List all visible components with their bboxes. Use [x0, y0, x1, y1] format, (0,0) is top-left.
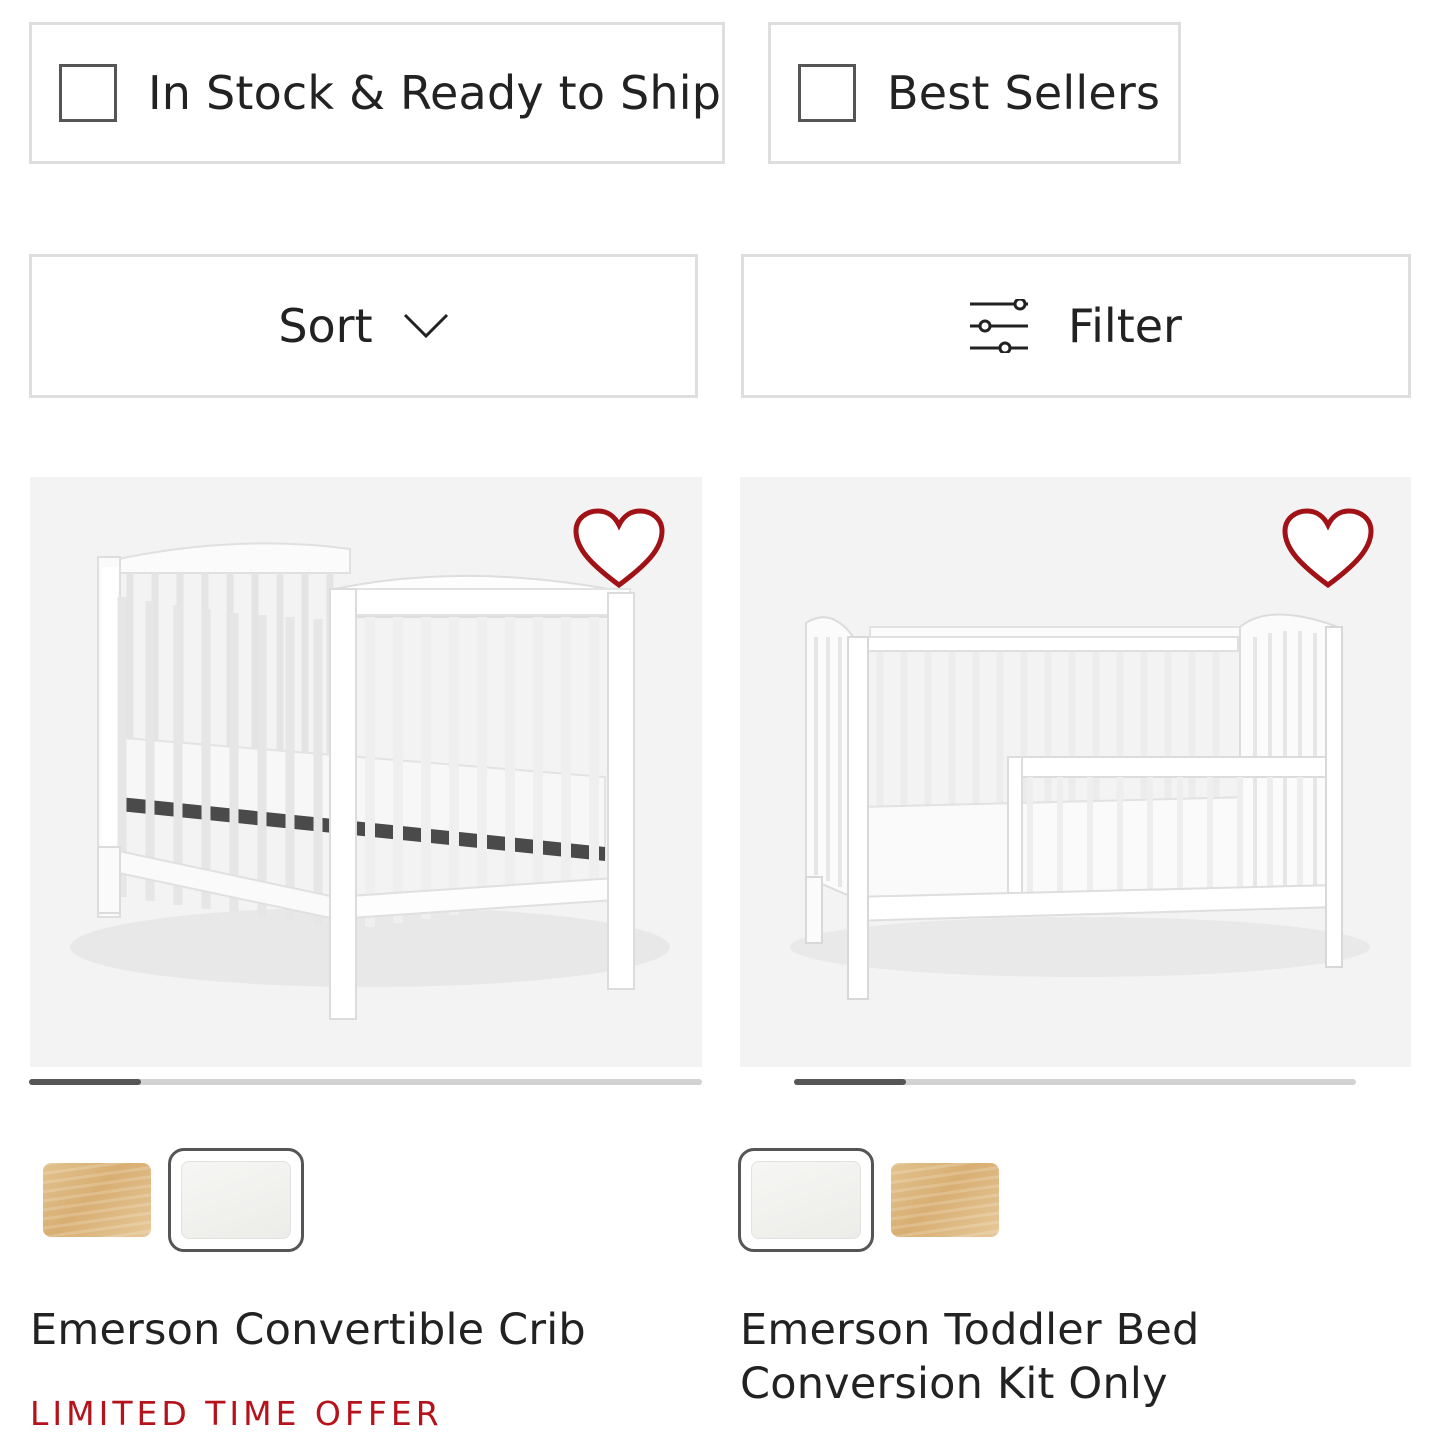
- swatch-oak[interactable]: [891, 1163, 999, 1237]
- swatch-white-selected[interactable]: [738, 1148, 874, 1252]
- sort-label: Sort: [278, 299, 373, 353]
- limited-time-offer-badge: LIMITED TIME OFFER: [30, 1394, 443, 1433]
- swatch-white-fill: [181, 1161, 291, 1239]
- image-carousel-progress-fill: [794, 1079, 907, 1085]
- in-stock-label: In Stock & Ready to Ship: [148, 66, 722, 120]
- best-sellers-checkbox[interactable]: [798, 64, 856, 122]
- image-carousel-progress-fill: [29, 1079, 142, 1085]
- swatch-white-selected[interactable]: [168, 1148, 304, 1252]
- heart-icon[interactable]: [1281, 507, 1375, 591]
- sort-button[interactable]: Sort: [29, 254, 698, 398]
- image-carousel-progress: [29, 1079, 702, 1085]
- best-sellers-filter-chip[interactable]: Best Sellers: [768, 22, 1181, 164]
- in-stock-filter-chip[interactable]: In Stock & Ready to Ship: [29, 22, 725, 164]
- best-sellers-label: Best Sellers: [887, 66, 1161, 120]
- product-title[interactable]: Emerson Convertible Crib: [30, 1303, 710, 1357]
- product-title[interactable]: Emerson Toddler Bed Conversion Kit Only: [740, 1303, 1430, 1411]
- product-image-crib[interactable]: [30, 477, 702, 1067]
- in-stock-checkbox[interactable]: [59, 64, 117, 122]
- swatch-oak[interactable]: [43, 1163, 151, 1237]
- swatch-white-fill: [751, 1161, 861, 1239]
- filter-label: Filter: [1068, 299, 1182, 353]
- image-carousel-progress: [794, 1079, 1356, 1085]
- heart-icon[interactable]: [572, 507, 666, 591]
- chevron-down-icon: [403, 313, 448, 339]
- filter-button[interactable]: Filter: [741, 254, 1411, 398]
- product-image-toddler-kit[interactable]: [740, 477, 1411, 1067]
- sliders-icon: [970, 299, 1029, 353]
